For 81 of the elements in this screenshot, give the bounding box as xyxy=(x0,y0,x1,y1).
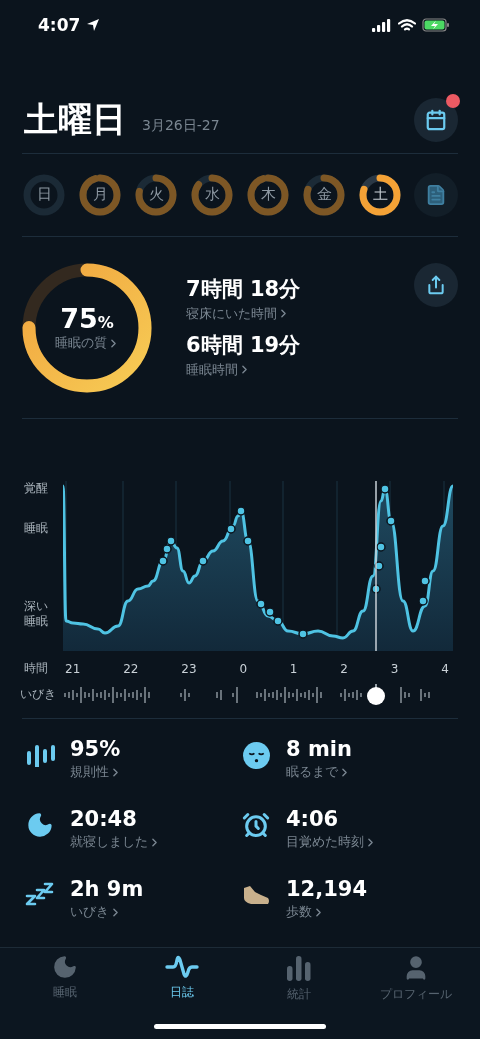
event-point xyxy=(162,543,172,554)
tab[interactable]: プロフィール xyxy=(360,954,471,1004)
day-ring-button[interactable]: 火 xyxy=(134,172,178,217)
duration-value: 6時間 19分 xyxy=(186,331,302,359)
stat-link[interactable]: いびき xyxy=(70,903,122,922)
signal-icon xyxy=(372,18,392,32)
bars-icon xyxy=(25,743,55,768)
tab[interactable]: 統計 xyxy=(243,954,354,1004)
stat-value: 20:48 xyxy=(70,807,138,832)
stat-link[interactable]: 目覚めた時刻 xyxy=(286,833,377,852)
y-axis-label: 深い睡眠 xyxy=(24,598,49,629)
day-ring-button[interactable]: 水 xyxy=(190,172,234,217)
event-point xyxy=(386,515,396,526)
wifi-icon xyxy=(398,18,416,32)
x-axis-tick: 3 xyxy=(390,661,399,676)
event-point xyxy=(236,505,246,516)
event-point xyxy=(265,606,275,617)
snore-label: いびき xyxy=(19,686,57,704)
moon-icon xyxy=(51,954,78,981)
event-point xyxy=(166,535,176,546)
y-axis-label: 睡眠 xyxy=(24,520,49,536)
x-axis-title: 時間 xyxy=(23,660,49,678)
event-point xyxy=(374,560,384,571)
day-ring-button[interactable]: 日 xyxy=(22,172,66,217)
stat-link[interactable]: 規則性 xyxy=(70,763,122,782)
location-arrow-icon xyxy=(86,18,101,33)
stat-value: 2h 9m xyxy=(70,877,144,902)
calendar-icon xyxy=(425,108,447,131)
x-axis-tick: 21 xyxy=(65,661,81,676)
event-point xyxy=(420,575,430,586)
event-point xyxy=(380,483,390,494)
event-point xyxy=(243,535,253,546)
calendar-button[interactable] xyxy=(414,97,458,142)
event-point xyxy=(371,583,381,594)
share-icon xyxy=(426,274,446,295)
stat-value: 95% xyxy=(70,737,122,762)
x-axis-tick: 4 xyxy=(441,661,449,676)
report-button[interactable] xyxy=(414,172,458,217)
alarm-clock-icon xyxy=(242,811,270,840)
date-range: 3月26日-27 xyxy=(142,116,221,135)
stat-link[interactable]: 就寝しました xyxy=(70,833,161,852)
wave-icon xyxy=(164,954,199,981)
tab[interactable]: 日誌 xyxy=(126,954,237,1004)
event-point xyxy=(256,598,266,609)
x-axis-tick: 22 xyxy=(123,661,139,676)
quality-percent: 75% xyxy=(60,303,114,335)
status-time: 4:07 xyxy=(38,15,81,36)
y-axis-label: 覚醒 xyxy=(24,480,49,496)
event-point xyxy=(226,523,236,534)
x-axis-tick: 2 xyxy=(340,661,348,676)
tab[interactable]: 睡眠 xyxy=(9,954,120,1004)
battery-icon xyxy=(422,18,450,33)
duration-link[interactable]: 睡眠時間 xyxy=(186,360,251,379)
duration-value: 7時間 18分 xyxy=(186,275,302,303)
event-point xyxy=(198,555,208,566)
x-axis-tick: 1 xyxy=(289,661,298,676)
bar-chart-icon xyxy=(285,954,312,983)
document-icon xyxy=(425,183,447,206)
event-point xyxy=(158,555,168,566)
day-ring-button[interactable]: 木 xyxy=(246,172,290,217)
event-point xyxy=(418,595,428,606)
day-ring-button[interactable]: 金 xyxy=(302,172,346,217)
shoe-icon xyxy=(241,884,271,907)
quality-link[interactable]: 睡眠の質 xyxy=(54,334,120,353)
moon-icon xyxy=(26,811,54,840)
day-ring-button[interactable]: 土 xyxy=(358,172,402,217)
share-button[interactable] xyxy=(414,262,458,307)
x-axis-tick: 0 xyxy=(239,661,247,676)
stat-value: 8 min xyxy=(286,737,352,762)
event-point xyxy=(376,541,386,552)
event-point xyxy=(298,628,308,639)
duration-link[interactable]: 寝床にいた時間 xyxy=(186,304,290,323)
stat-value: 4:06 xyxy=(286,807,340,832)
day-title: 土曜日 xyxy=(24,97,126,141)
stat-link[interactable]: 歩数 xyxy=(286,903,325,922)
sleepy-face-icon xyxy=(242,741,270,769)
day-ring-button[interactable]: 月 xyxy=(78,172,122,217)
x-axis-tick: 23 xyxy=(181,661,197,676)
stat-value: 12,194 xyxy=(286,877,368,902)
event-point xyxy=(273,615,283,626)
stat-link[interactable]: 眠るまで xyxy=(286,763,351,782)
